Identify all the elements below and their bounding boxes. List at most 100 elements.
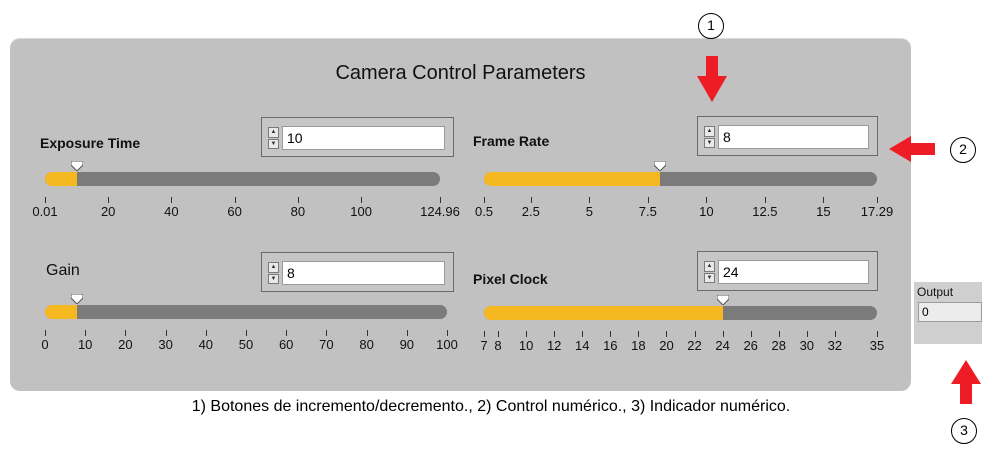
tick-mark xyxy=(171,197,173,203)
increment-icon[interactable]: ▲ xyxy=(704,126,715,137)
tick-mark xyxy=(484,331,485,337)
panel-title: Camera Control Parameters xyxy=(335,62,586,84)
tick-label: 20 xyxy=(118,337,133,352)
increment-icon[interactable]: ▲ xyxy=(268,262,279,273)
tick-label: 12 xyxy=(546,338,562,353)
tick-mark xyxy=(666,331,668,337)
frame-rate-fill xyxy=(484,172,660,186)
arrow-down-icon xyxy=(697,56,727,102)
tick-label: 80 xyxy=(359,337,374,352)
tick-label: 35 xyxy=(869,338,885,353)
slider-pointer-icon[interactable] xyxy=(70,161,83,171)
pixel-clock-scale: 7 8 10 12 14 16 18 20 22 24 26 28 30 32 35 xyxy=(480,331,884,358)
tick-mark xyxy=(286,330,288,336)
frame-rate-numeric-control: ▲ ▼ 8 xyxy=(697,116,878,156)
exposure-time-scale: 0.01 20 40 60 80 100 124.96 xyxy=(32,197,460,224)
tick-mark xyxy=(638,331,640,337)
pixel-clock-label: Pixel Clock xyxy=(473,271,548,287)
tick-label: 15 xyxy=(816,204,831,219)
decrement-icon[interactable]: ▼ xyxy=(268,273,279,284)
gain-spin-buttons: ▲ ▼ xyxy=(268,262,279,284)
gain-label: Gain xyxy=(46,262,80,279)
callout-1: 1 xyxy=(698,13,724,39)
tick-mark xyxy=(823,197,825,203)
frame-rate-scale: 0.5 2.5 5 7.5 10 12.5 15 17.29 xyxy=(475,197,893,224)
tick-label: 80 xyxy=(290,204,306,219)
tick-mark xyxy=(326,330,328,336)
tick-label: 14 xyxy=(575,338,590,353)
slider-pointer-icon[interactable] xyxy=(71,294,84,304)
frame-rate-label: Frame Rate xyxy=(473,133,550,149)
tick-mark xyxy=(297,197,299,203)
tick-mark xyxy=(877,197,878,203)
callout-3: 3 xyxy=(951,418,977,444)
exposure-time-input[interactable]: 10 xyxy=(282,126,445,150)
pixel-clock-spin-buttons: ▲ ▼ xyxy=(704,261,715,283)
arrow-left-icon xyxy=(889,136,935,162)
pixel-clock-input[interactable]: 24 xyxy=(718,260,869,284)
camera-control-panel: Camera Control Parameters Exposure Time … xyxy=(10,38,911,391)
tick-mark xyxy=(45,197,46,203)
callout-2: 2 xyxy=(950,137,976,163)
tick-label: 90 xyxy=(399,337,415,352)
tick-label: 24 xyxy=(715,338,730,353)
tick-mark xyxy=(764,197,766,203)
increment-icon[interactable]: ▲ xyxy=(268,127,279,138)
tick-mark xyxy=(706,197,708,203)
gain-numeric-control: ▲ ▼ 8 xyxy=(261,252,454,292)
tick-label: 22 xyxy=(687,338,702,353)
gain-scale: 0 10 20 30 40 50 60 70 80 90 100 xyxy=(41,330,458,357)
pixel-clock-fill xyxy=(484,306,723,320)
tick-label: 7 xyxy=(480,338,488,353)
tick-label: 50 xyxy=(238,337,254,352)
tick-mark xyxy=(694,331,696,337)
decrement-icon[interactable]: ▼ xyxy=(704,137,715,148)
exposure-time-spin-buttons: ▲ ▼ xyxy=(268,127,279,149)
output-label: Output xyxy=(917,285,954,299)
tick-label: 10 xyxy=(699,204,714,219)
tick-mark xyxy=(165,330,167,336)
decrement-icon[interactable]: ▼ xyxy=(704,272,715,283)
tick-label: 7.5 xyxy=(638,204,657,219)
tick-label: 60 xyxy=(227,204,242,219)
exposure-time-numeric-control: ▲ ▼ 10 xyxy=(261,117,454,157)
tick-label: 0.01 xyxy=(32,204,58,219)
frame-rate-spin-buttons: ▲ ▼ xyxy=(704,126,715,148)
tick-mark xyxy=(530,197,532,203)
tick-label: 18 xyxy=(631,338,646,353)
tick-mark xyxy=(589,197,591,203)
tick-mark xyxy=(45,330,46,336)
output-indicator: Output 0 xyxy=(914,282,982,344)
tick-label: 30 xyxy=(799,338,815,353)
tick-label: 20 xyxy=(100,204,116,219)
tick-label: 60 xyxy=(278,337,294,352)
tick-mark xyxy=(447,330,448,336)
tick-mark xyxy=(108,197,110,203)
slider-pointer-icon[interactable] xyxy=(653,161,666,171)
pixel-clock-slider[interactable] xyxy=(484,306,877,320)
tick-label: 8 xyxy=(494,338,502,353)
tick-mark xyxy=(877,331,878,337)
frame-rate-input[interactable]: 8 xyxy=(718,125,869,149)
gain-slider[interactable] xyxy=(45,305,447,319)
tick-mark xyxy=(366,330,368,336)
exposure-time-label: Exposure Time xyxy=(40,135,141,151)
tick-label: 40 xyxy=(198,337,214,352)
tick-mark xyxy=(205,330,207,336)
tick-label: 17.29 xyxy=(860,204,894,219)
frame-rate-slider[interactable] xyxy=(484,172,877,186)
tick-label: 26 xyxy=(743,338,758,353)
decrement-icon[interactable]: ▼ xyxy=(268,138,279,149)
exposure-time-slider[interactable] xyxy=(45,172,440,186)
increment-icon[interactable]: ▲ xyxy=(704,261,715,272)
tick-mark xyxy=(806,331,808,337)
gain-input[interactable]: 8 xyxy=(282,261,445,285)
tick-mark xyxy=(125,330,127,336)
tick-label: 100 xyxy=(350,204,372,219)
tick-label: 20 xyxy=(659,338,674,353)
tick-label: 0.5 xyxy=(474,204,494,219)
tick-label: 32 xyxy=(827,338,843,353)
tick-label: 5 xyxy=(585,204,593,219)
figure-caption: 1) Botones de incremento/decremento., 2)… xyxy=(191,398,791,415)
slider-pointer-icon[interactable] xyxy=(716,295,729,305)
